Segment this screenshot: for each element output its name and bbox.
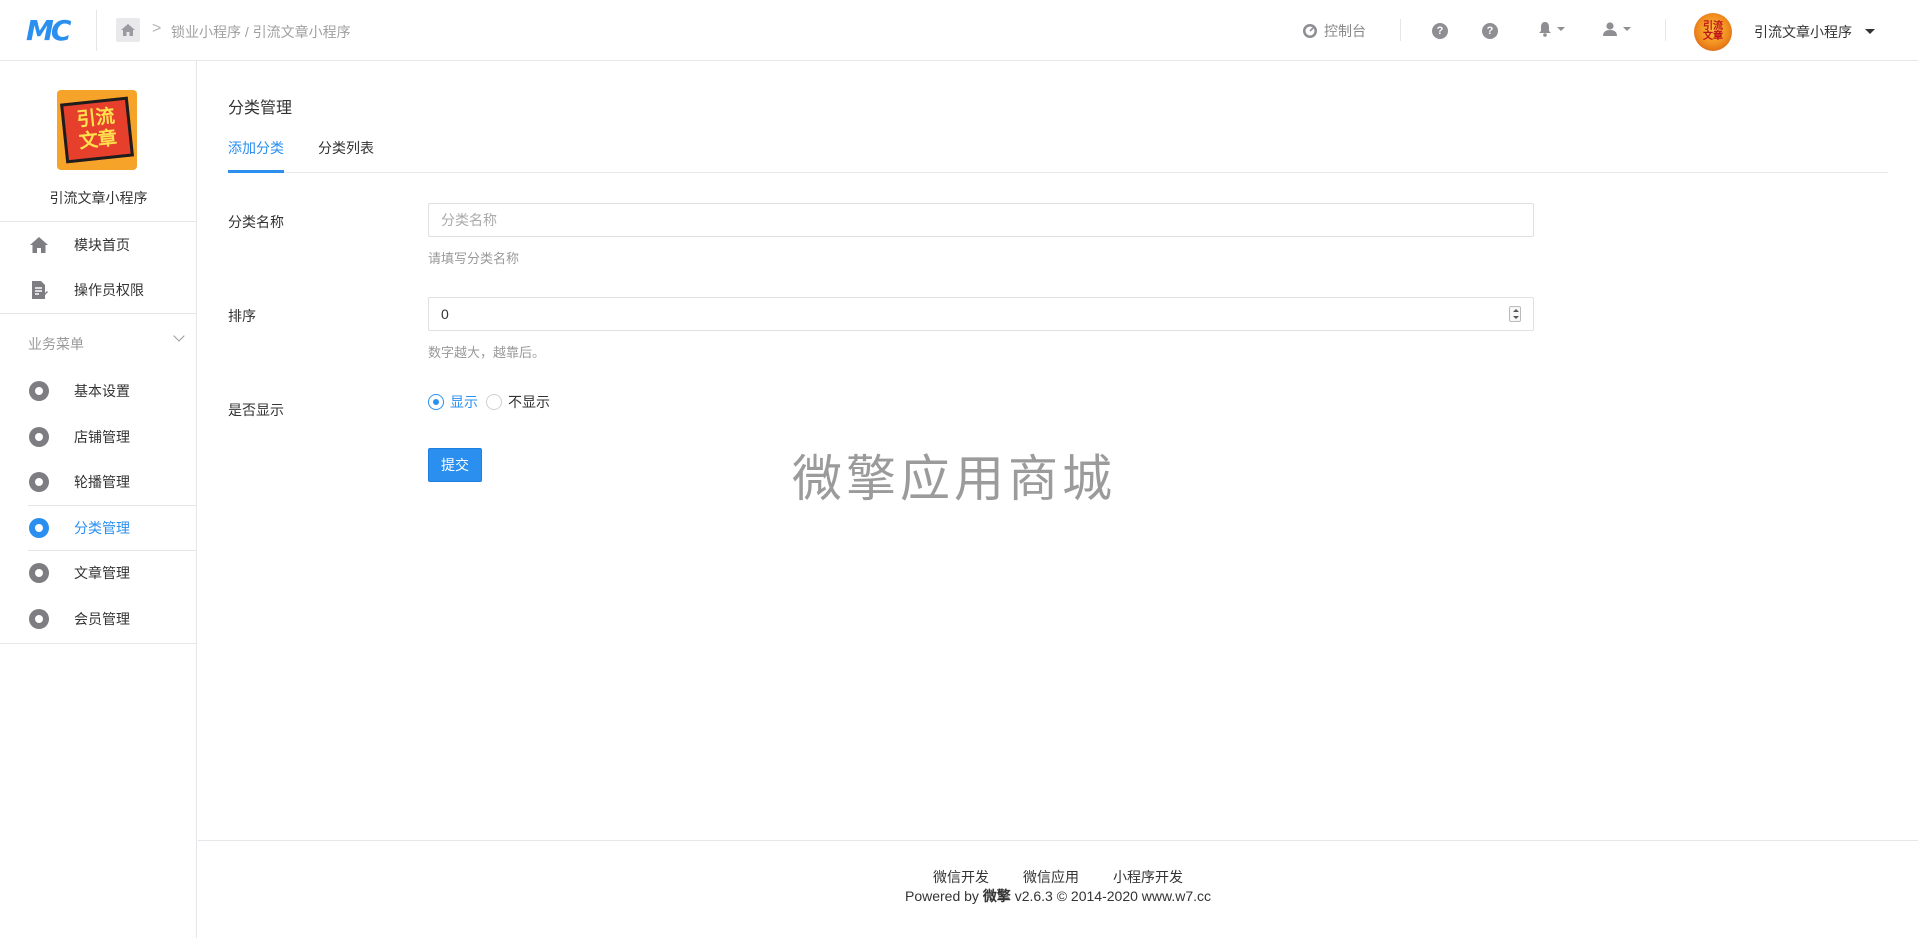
footer-link-wechat-apps[interactable]: 微信应用 [1023, 867, 1079, 887]
radio-unchecked-icon [486, 394, 502, 410]
sidebar-divider [0, 313, 197, 314]
notification-menu[interactable] [1538, 21, 1565, 37]
number-stepper-icon[interactable] [1509, 306, 1521, 322]
category-name-help: 请填写分类名称 [428, 251, 520, 266]
console-link[interactable]: 控制台 [1302, 20, 1366, 42]
sidebar-item-label: 模块首页 [74, 236, 130, 253]
radio-show[interactable]: 显示 [428, 392, 478, 412]
dashboard-icon [1303, 24, 1317, 38]
sidebar: 引流 文章 引流文章小程序 模块首页 操作员权限 业务菜单 基本设置 店铺管理 … [0, 61, 197, 938]
app-name: 引流文章小程序 [49, 190, 148, 206]
category-name-input[interactable] [428, 203, 1534, 237]
sidebar-item-article-management[interactable]: 文章管理 [0, 550, 197, 595]
help-icon[interactable]: ? [1432, 23, 1448, 39]
radio-hide[interactable]: 不显示 [486, 392, 550, 412]
app-logo-line2: 文章 [78, 128, 119, 153]
watermark: 微擎应用商城 [792, 451, 1116, 507]
footer-links: 微信开发 微信应用 小程序开发 [198, 867, 1918, 887]
avatar-text: 引流文章 [1703, 21, 1723, 42]
sidebar-item-label: 文章管理 [74, 564, 130, 581]
sidebar-item-member-management[interactable]: 会员管理 [0, 596, 197, 641]
submit-button[interactable]: 提交 [428, 448, 482, 482]
radio-label: 显示 [450, 394, 478, 410]
sidebar-group-title: 业务菜单 [28, 336, 84, 352]
sidebar-item-basic-settings[interactable]: 基本设置 [0, 368, 197, 413]
radio-label: 不显示 [508, 394, 550, 410]
account-name[interactable]: 引流文章小程序 [1754, 22, 1852, 42]
breadcrumb-separator-icon: > [152, 20, 162, 37]
sidebar-item-label: 轮播管理 [74, 473, 130, 490]
sort-input[interactable] [428, 297, 1534, 331]
console-label: 控制台 [1324, 23, 1366, 39]
footer-link-miniprogram-dev[interactable]: 小程序开发 [1113, 867, 1183, 887]
document-edit-icon [29, 280, 49, 300]
breadcrumb[interactable]: 锁业小程序 / 引流文章小程序 [171, 22, 351, 42]
footer-copyright: Powered by 微擎 v2.6.3 © 2014-2020 www.w7.… [198, 886, 1918, 906]
show-radio-group: 显示 不显示 [428, 392, 628, 410]
gear-icon [29, 562, 49, 583]
gear-icon [29, 380, 49, 401]
gear-icon [29, 517, 49, 538]
chevron-down-icon[interactable] [173, 330, 185, 342]
tab-category-list[interactable]: 分类列表 [318, 139, 374, 173]
header-divider [96, 10, 97, 51]
sort-help: 数字越大，越靠后。 [428, 345, 546, 360]
footer-link-wechat-dev[interactable]: 微信开发 [933, 867, 989, 887]
top-header: MC > 锁业小程序 / 引流文章小程序 控制台 ? ? 引流文章 引流文章小程… [0, 0, 1918, 61]
sidebar-item-label: 店铺管理 [74, 428, 130, 445]
sidebar-item-label: 分类管理 [74, 519, 130, 536]
copyright-brand[interactable]: 微擎 [983, 888, 1011, 904]
header-separator [1665, 19, 1666, 41]
gear-icon [29, 608, 49, 629]
user-icon [1603, 22, 1617, 36]
home-icon [29, 235, 49, 255]
tab-bar: 添加分类 分类列表 [228, 139, 1888, 173]
sort-field-wrap [198, 297, 1598, 331]
gear-icon [29, 426, 49, 447]
question-icon[interactable]: ? [1482, 23, 1498, 39]
home-icon[interactable] [116, 18, 140, 42]
gear-icon [29, 471, 49, 492]
sidebar-item-category-management[interactable]: 分类管理 [0, 505, 197, 550]
sidebar-item-carousel-management[interactable]: 轮播管理 [0, 459, 197, 504]
sidebar-item-module-home[interactable]: 模块首页 [0, 222, 197, 267]
brand-logo[interactable]: MC [26, 15, 78, 47]
sidebar-item-store-management[interactable]: 店铺管理 [0, 414, 197, 459]
chevron-down-icon [1623, 27, 1631, 31]
avatar[interactable]: 引流文章 [1694, 13, 1732, 51]
category-name-label: 分类名称 [228, 214, 284, 230]
chevron-down-icon[interactable] [1865, 29, 1875, 34]
sidebar-item-operator-permission[interactable]: 操作员权限 [0, 267, 197, 312]
sidebar-item-label: 操作员权限 [74, 281, 144, 298]
sidebar-item-label: 会员管理 [74, 610, 130, 627]
radio-checked-icon [428, 394, 444, 410]
sidebar-item-label: 基本设置 [74, 382, 130, 399]
show-label: 是否显示 [228, 402, 284, 418]
page-title: 分类管理 [228, 100, 293, 117]
footer-divider [198, 840, 1918, 841]
user-menu[interactable] [1602, 21, 1631, 37]
chevron-down-icon [1557, 27, 1565, 31]
tab-add-category[interactable]: 添加分类 [228, 139, 284, 173]
copyright-suffix: v2.6.3 © 2014-2020 www.w7.cc [1010, 888, 1212, 904]
app-logo: 引流 文章 [57, 90, 137, 170]
copyright-prefix: Powered by [904, 888, 983, 904]
sidebar-divider [0, 643, 197, 644]
bell-icon [1539, 22, 1551, 37]
main-content: 分类管理 添加分类 分类列表 分类名称 请填写分类名称 排序 数字越大，越靠后。… [198, 61, 1918, 938]
header-separator [1400, 19, 1401, 41]
